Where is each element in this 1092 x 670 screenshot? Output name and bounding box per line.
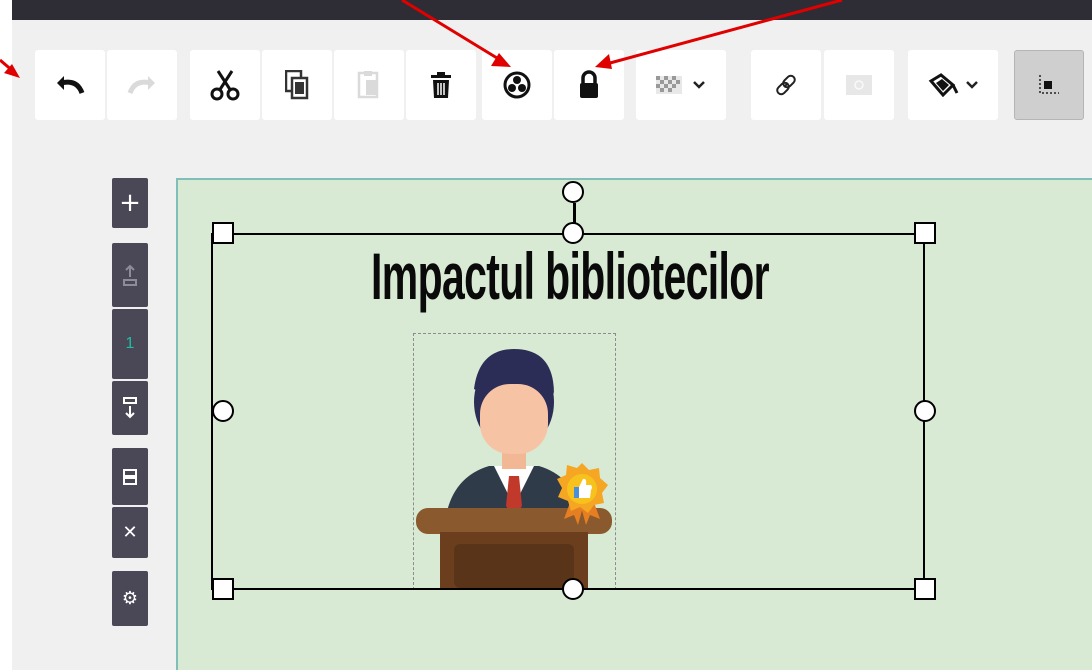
- resize-handle-top-left[interactable]: [212, 222, 234, 244]
- selection-frame: [211, 233, 925, 590]
- window-top-bar: [12, 0, 1092, 20]
- redo-icon: [127, 76, 155, 94]
- image-placeholder-icon: [846, 75, 872, 95]
- trash-icon: [431, 72, 451, 98]
- shape-group: [908, 50, 998, 120]
- resize-handle-top-right[interactable]: [914, 222, 936, 244]
- transparency-group: [636, 50, 726, 120]
- resize-handle-bottom[interactable]: [562, 578, 584, 600]
- move-down-icon: [123, 397, 137, 419]
- link-group: [751, 50, 821, 120]
- paste-button[interactable]: [334, 50, 404, 120]
- move-page-up-button[interactable]: [112, 243, 148, 307]
- scissors-icon: [210, 70, 240, 101]
- paint-bucket-icon: [928, 73, 959, 97]
- checkerboard-icon: [656, 76, 682, 94]
- move-up-icon: [123, 264, 137, 286]
- position-group: [1014, 50, 1084, 120]
- lock-button[interactable]: [554, 50, 624, 120]
- fill-shape-dropdown[interactable]: [908, 50, 998, 120]
- link-button[interactable]: [751, 50, 821, 120]
- page-settings-button[interactable]: ⚙: [112, 571, 148, 626]
- cut-button[interactable]: [190, 50, 260, 120]
- page-number: 1: [125, 335, 135, 352]
- undo-icon: [57, 76, 85, 94]
- transparency-dropdown[interactable]: [636, 50, 726, 120]
- delete-button[interactable]: [406, 50, 476, 120]
- copy-button[interactable]: [262, 50, 332, 120]
- close-icon: ✕: [122, 522, 138, 543]
- history-group: [35, 50, 177, 120]
- move-page-down-button[interactable]: [112, 381, 148, 435]
- page-number-indicator: 1: [112, 309, 148, 379]
- image-group: [824, 50, 894, 120]
- resize-handle-bottom-right[interactable]: [914, 578, 936, 600]
- clipboard-group: [190, 50, 476, 120]
- link-icon: [776, 74, 796, 96]
- rows-icon: [123, 468, 137, 485]
- position-button[interactable]: [1014, 50, 1084, 120]
- copy-icon: [285, 70, 309, 100]
- rotation-handle[interactable]: [562, 181, 584, 203]
- position-icon: [1039, 75, 1059, 94]
- resize-handle-bottom-left[interactable]: [212, 578, 234, 600]
- toolbar: [12, 20, 1092, 148]
- delete-page-button[interactable]: ✕: [112, 507, 148, 558]
- paste-icon: [357, 71, 379, 99]
- group-circles-icon: [503, 71, 531, 99]
- page-layout-button[interactable]: [112, 448, 148, 505]
- resize-handle-right[interactable]: [914, 400, 936, 422]
- resize-handle-top[interactable]: [562, 222, 584, 244]
- chevron-down-icon: [693, 81, 705, 89]
- image-placeholder-button[interactable]: [824, 50, 894, 120]
- undo-button[interactable]: [35, 50, 105, 120]
- redo-button[interactable]: [107, 50, 177, 120]
- add-page-button[interactable]: +: [112, 178, 148, 228]
- arrange-group: [482, 50, 624, 120]
- lock-icon: [580, 70, 598, 98]
- plus-icon: +: [119, 188, 141, 218]
- chevron-down-icon: [966, 81, 978, 89]
- group-button[interactable]: [482, 50, 552, 120]
- resize-handle-left[interactable]: [212, 400, 234, 422]
- gear-icon: ⚙: [121, 588, 139, 609]
